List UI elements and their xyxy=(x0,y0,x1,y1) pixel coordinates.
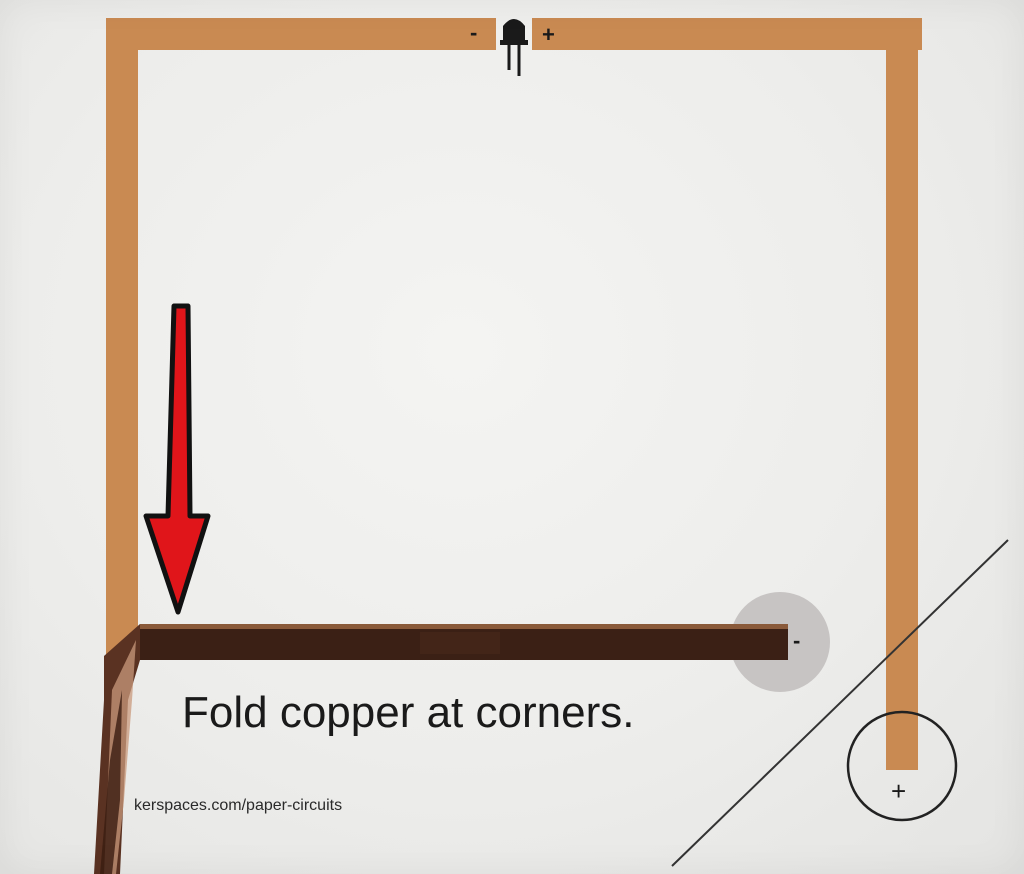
led-plus-label: + xyxy=(542,22,555,47)
copper-tape-horizontal xyxy=(140,624,788,660)
instruction-caption: Fold copper at corners. xyxy=(182,688,635,737)
fold-line-icon xyxy=(671,539,1009,867)
circuit-art xyxy=(94,18,1009,874)
photo-scene: - + - + Fold copper at corners. kerspace… xyxy=(0,0,1024,874)
copper-tape-fold xyxy=(94,624,140,874)
battery-minus-label: - xyxy=(793,628,801,653)
led-minus-label: - xyxy=(470,20,478,45)
down-arrow-icon xyxy=(143,303,211,615)
led-icon xyxy=(496,19,532,76)
source-url: kerspaces.com/paper-circuits xyxy=(134,797,343,814)
corner-plus-label: + xyxy=(891,776,907,806)
